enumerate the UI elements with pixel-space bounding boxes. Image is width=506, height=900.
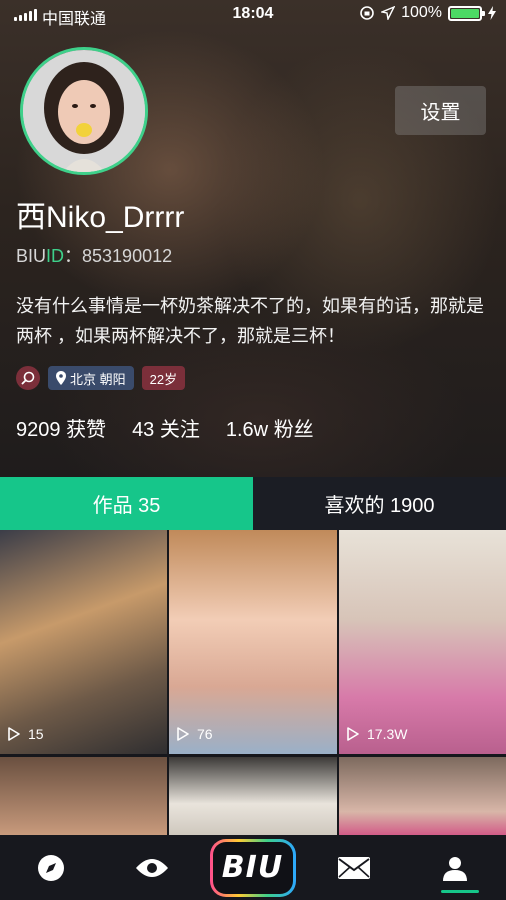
nav-watch[interactable]: [101, 835, 202, 900]
status-bar: 中国联通 18:04 100%: [0, 0, 506, 30]
works-grid: 15 76 17.3W: [0, 530, 506, 835]
biuid-value: 853190012: [82, 246, 173, 266]
play-count: 17.3W: [347, 726, 407, 742]
work-thumbnail[interactable]: [169, 757, 337, 835]
location-pin-icon: [56, 371, 66, 385]
biuid-prefix: BIU: [16, 246, 47, 266]
age-tag: 22岁: [141, 366, 186, 390]
work-thumbnail[interactable]: [0, 757, 167, 835]
play-count-value: 15: [28, 726, 44, 742]
bottom-nav: BIU: [0, 835, 506, 900]
nav-discover[interactable]: [0, 835, 101, 900]
age-label: 22岁: [149, 371, 178, 387]
work-thumbnail[interactable]: 76: [169, 530, 337, 754]
location-tag: 北京 朝阳: [48, 366, 134, 390]
work-thumbnail[interactable]: 17.3W: [339, 530, 506, 754]
rotation-lock-icon: [360, 6, 374, 20]
profile-tags: 北京 朝阳 22岁: [16, 366, 186, 390]
nav-active-indicator: [441, 890, 479, 893]
play-count: 76: [177, 726, 213, 742]
mail-icon: [337, 856, 370, 879]
profile-tabs: 作品 35 喜欢的 1900: [0, 477, 506, 530]
tab-works[interactable]: 作品 35: [0, 477, 253, 530]
battery-percent: 100%: [401, 4, 442, 21]
nav-messages[interactable]: [303, 835, 404, 900]
search-icon: [21, 371, 35, 385]
bio-text: 没有什么事情是一杯奶茶解决不了的，如果有的话，那就是两杯 ，如果两杯解决不了，那…: [16, 296, 484, 346]
stat-value: 9209: [16, 419, 61, 441]
compass-icon: [37, 854, 64, 881]
avatar[interactable]: [20, 47, 148, 175]
stat-label: 获赞: [66, 419, 107, 441]
stat-likes[interactable]: 9209 获赞: [16, 413, 106, 442]
battery-icon: [448, 5, 485, 21]
play-count-value: 17.3W: [367, 726, 408, 742]
stat-following[interactable]: 43 关注: [132, 413, 200, 442]
play-icon: [8, 727, 20, 741]
stat-value: 43: [132, 419, 155, 441]
username: 西Niko_Drrrr: [16, 201, 185, 234]
biu-logo: BIU: [209, 838, 296, 897]
profile-stats: 9209 获赞 43 关注 1.6w 粉丝: [16, 413, 314, 442]
biuid-suffix: ID: [46, 246, 65, 266]
stat-value: 1.6w: [225, 419, 269, 441]
biu-logo-text: BIU: [221, 850, 284, 885]
stat-label: 关注: [159, 419, 200, 441]
avatar-image: [23, 50, 145, 172]
play-count-value: 76: [197, 726, 213, 742]
play-count: 15: [8, 726, 44, 742]
biu-id: BIUID：853190012: [16, 242, 172, 268]
tab-likes[interactable]: 喜欢的 1900: [253, 477, 506, 530]
play-icon: [177, 727, 189, 741]
biuid-separator: ：: [64, 246, 83, 266]
work-thumbnail[interactable]: [339, 757, 506, 835]
location-label: 北京 朝阳: [70, 371, 126, 387]
nav-biu[interactable]: BIU: [202, 835, 303, 900]
profile-header: 中国联通 18:04 100% 设置 西Niko_Drrrr BIUID：853…: [0, 0, 506, 477]
work-thumbnail[interactable]: 15: [0, 530, 167, 754]
eye-icon: [135, 858, 168, 877]
stat-followers[interactable]: 1.6w 粉丝: [226, 413, 314, 442]
profile-icon: [442, 856, 467, 881]
play-icon: [347, 727, 359, 741]
settings-button[interactable]: 设置: [395, 86, 486, 135]
location-arrow-icon: [381, 6, 396, 20]
stat-label: 粉丝: [273, 419, 314, 441]
status-right: 100%: [359, 4, 496, 22]
search-tag[interactable]: [16, 366, 40, 390]
charging-icon: [488, 6, 496, 20]
